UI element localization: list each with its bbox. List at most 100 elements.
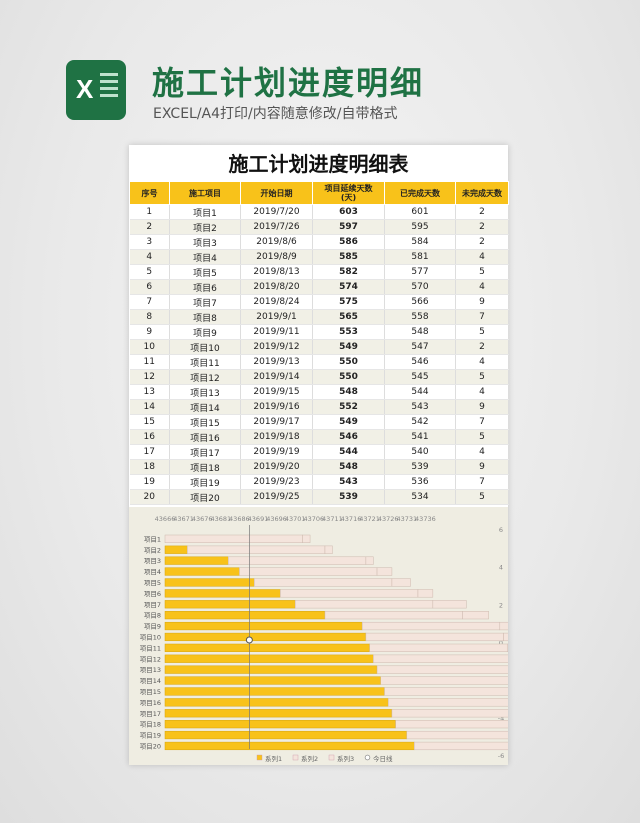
table-row: 9 项目9 2019/9/11 553 548 5 xyxy=(129,324,509,340)
table-row: 16 项目16 2019/9/18 546 541 5 xyxy=(129,429,509,445)
table-row: 20 项目20 2019/9/25 539 534 5 xyxy=(129,489,509,505)
cell-remaining: 5 xyxy=(455,324,509,340)
x-tick-label: 43701 xyxy=(285,515,306,523)
bar-1 xyxy=(164,556,229,565)
cell-project: 项目16 xyxy=(169,429,241,445)
cell-index: 8 xyxy=(129,309,170,325)
cell-start-date: 2019/7/20 xyxy=(240,204,313,220)
x-tick-label: 43726 xyxy=(378,515,399,523)
table-header-row: 序号 施工项目 开始日期 项目延续天数 (天) 已完成天数 未完成天数 xyxy=(129,181,509,205)
category-label: 项目15 xyxy=(140,688,161,696)
table-row: 17 项目17 2019/9/19 544 540 4 xyxy=(129,444,509,460)
header-cell-index: 序号 xyxy=(129,181,170,205)
cell-project: 项目18 xyxy=(169,459,241,475)
cell-start-date: 2019/8/9 xyxy=(240,249,313,265)
cell-start-date: 2019/9/15 xyxy=(240,384,313,400)
bar-1 xyxy=(164,632,367,642)
cell-project: 项目6 xyxy=(169,279,241,295)
cell-index: 9 xyxy=(129,324,170,340)
table-row: 14 项目14 2019/9/16 552 543 9 xyxy=(129,399,509,415)
cell-completed: 534 xyxy=(384,489,456,505)
bar-2 xyxy=(254,578,393,587)
cell-duration: 549 xyxy=(312,339,385,355)
cell-start-date: 2019/9/13 xyxy=(240,354,313,370)
bar-1 xyxy=(164,621,363,631)
cell-duration: 585 xyxy=(312,249,385,265)
bar-1 xyxy=(164,567,240,576)
cell-duration: 549 xyxy=(312,414,385,430)
cell-duration: 553 xyxy=(312,324,385,340)
legend-label: 今日线 xyxy=(373,754,393,763)
x-tick-label: 43681 xyxy=(210,515,231,523)
progress-table: 序号 施工项目 开始日期 项目延续天数 (天) 已完成天数 未完成天数 1 项目1… xyxy=(129,181,509,505)
header-cell-remaining: 未完成天数 xyxy=(455,181,509,205)
cell-start-date: 2019/9/11 xyxy=(240,324,313,340)
sheet-title: 施工计划进度明细表 xyxy=(228,152,409,176)
cell-duration: 582 xyxy=(312,264,385,280)
category-label: 项目2 xyxy=(144,546,161,554)
cell-duration: 586 xyxy=(312,234,385,250)
cell-remaining: 5 xyxy=(455,429,509,445)
cell-completed: 584 xyxy=(384,234,456,250)
x-tick-label: 43671 xyxy=(173,515,194,523)
table-row: 19 项目19 2019/9/23 543 536 7 xyxy=(129,474,509,490)
cell-completed: 544 xyxy=(384,384,456,400)
cell-completed: 540 xyxy=(384,444,456,460)
cell-index: 11 xyxy=(129,354,170,370)
bar-2 xyxy=(324,611,463,620)
header-cell-completed: 已完成天数 xyxy=(384,181,456,205)
bar-2 xyxy=(164,534,303,543)
cell-start-date: 2019/9/1 xyxy=(240,309,313,325)
cell-project: 项目17 xyxy=(169,444,241,460)
cell-duration: 548 xyxy=(312,459,385,475)
cell-remaining: 4 xyxy=(455,384,509,400)
bar-3 xyxy=(417,589,434,598)
header-cell-start-date: 开始日期 xyxy=(240,181,313,205)
bar-3 xyxy=(432,600,467,609)
legend-label: 系列2 xyxy=(301,754,318,763)
bar-2 xyxy=(294,600,434,609)
table-row: 8 项目8 2019/9/1 565 558 7 xyxy=(129,309,509,325)
cell-duration: 548 xyxy=(312,384,385,400)
gantt-chart-svg: 4366643671436764368143686436914369643701… xyxy=(140,515,571,763)
cell-completed: 558 xyxy=(384,309,456,325)
bar-1 xyxy=(164,600,296,609)
table-row: 13 项目13 2019/9/15 548 544 4 xyxy=(129,384,509,400)
cell-completed: 547 xyxy=(384,339,456,355)
bar-3 xyxy=(302,534,311,543)
bar-2 xyxy=(187,545,326,554)
x-tick-label: 43736 xyxy=(415,515,436,523)
cell-completed: 577 xyxy=(384,264,456,280)
y2-tick-label: 2 xyxy=(499,601,503,609)
cell-remaining: 4 xyxy=(455,444,509,460)
cell-project: 项目2 xyxy=(169,219,241,235)
x-tick-label: 43716 xyxy=(341,515,362,523)
cell-project: 项目9 xyxy=(169,324,241,340)
bar-2 xyxy=(376,665,515,674)
category-label: 项目4 xyxy=(144,568,161,576)
cell-start-date: 2019/7/26 xyxy=(240,219,313,235)
cell-remaining: 7 xyxy=(455,474,509,490)
bar-1 xyxy=(164,665,378,674)
cell-project: 项目10 xyxy=(169,339,241,355)
header-cell-duration: 项目延续天数 (天) xyxy=(312,181,385,205)
x-tick-label: 43676 xyxy=(192,515,213,523)
cell-index: 18 xyxy=(129,459,170,475)
table-row: 5 项目5 2019/8/13 582 577 5 xyxy=(129,264,509,280)
bar-2 xyxy=(391,709,530,718)
bar-3 xyxy=(499,621,519,631)
category-label: 项目1 xyxy=(144,535,161,543)
cell-project: 项目12 xyxy=(169,369,241,385)
cell-project: 项目4 xyxy=(169,249,241,265)
bar-2 xyxy=(387,698,527,707)
category-label: 项目6 xyxy=(144,590,161,598)
cell-duration: 546 xyxy=(312,429,385,445)
cell-project: 项目5 xyxy=(169,264,241,280)
cell-remaining: 7 xyxy=(455,309,509,325)
bar-1 xyxy=(164,687,385,696)
cell-duration: 603 xyxy=(312,204,385,220)
cell-start-date: 2019/9/12 xyxy=(240,339,313,355)
bar-1 xyxy=(164,578,255,587)
bar-2 xyxy=(365,632,504,642)
cell-duration: 565 xyxy=(312,309,385,325)
